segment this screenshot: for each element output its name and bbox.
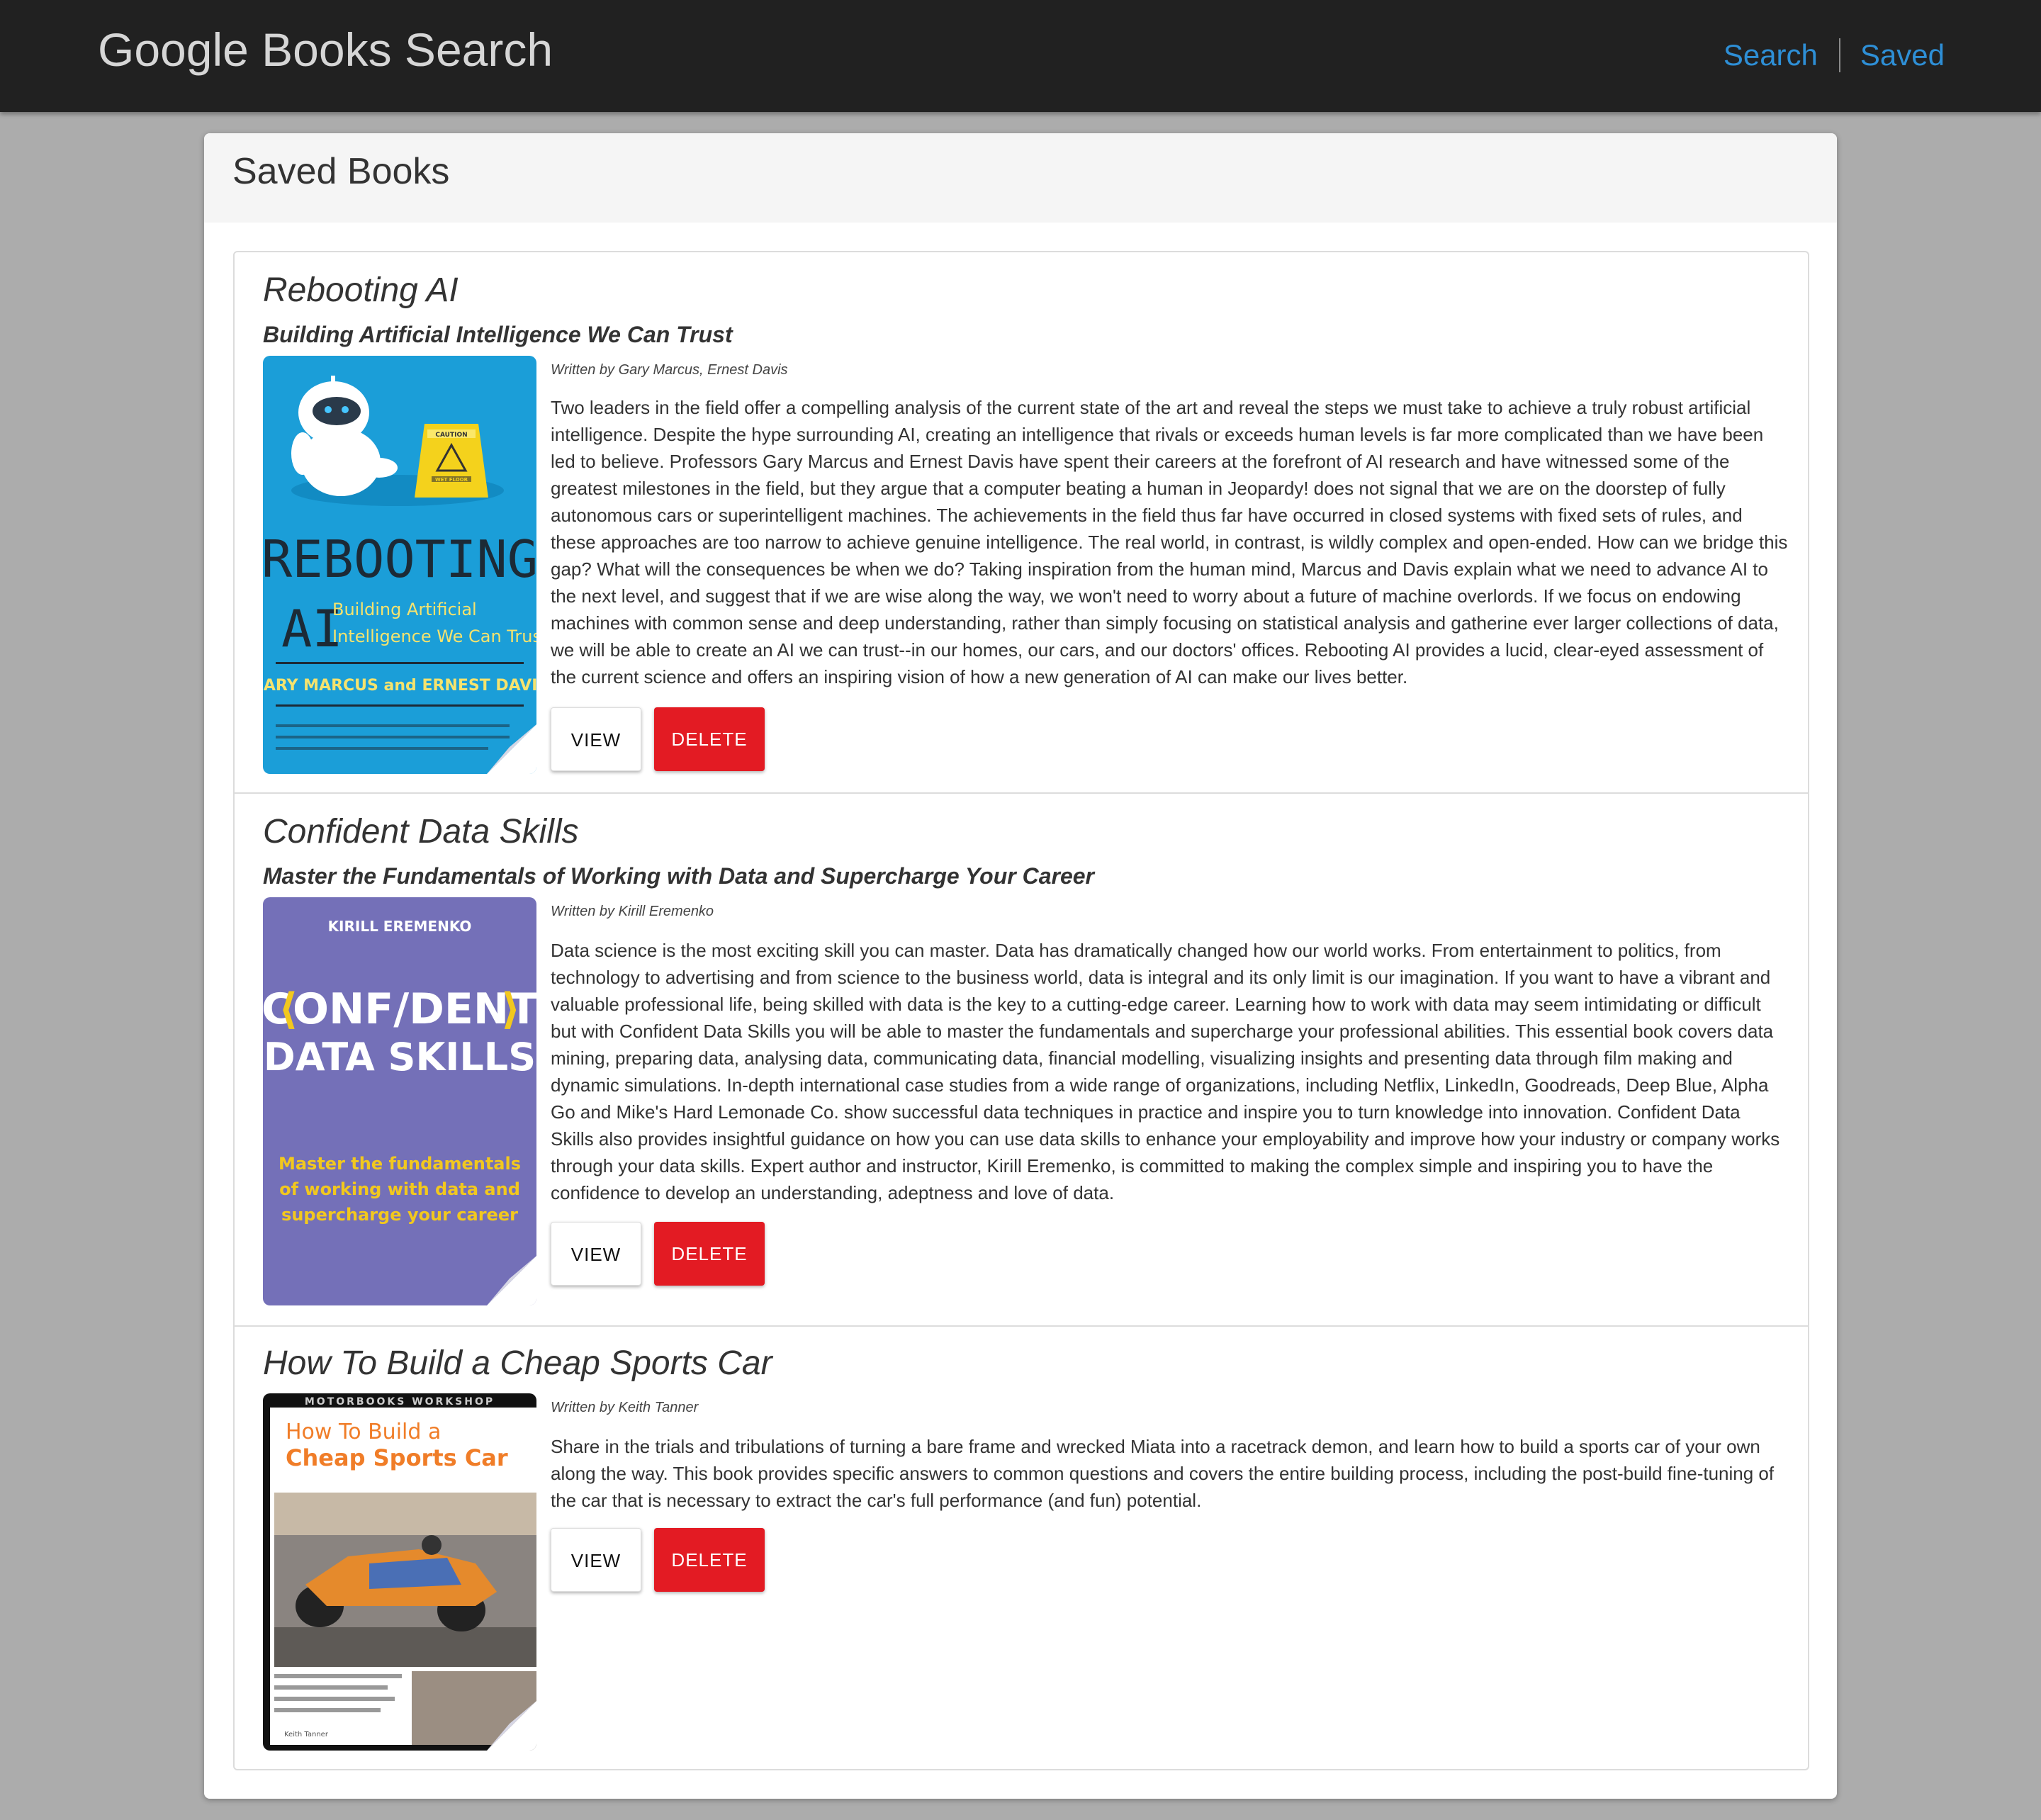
- svg-text:DATA SKILLS: DATA SKILLS: [264, 1035, 536, 1079]
- view-button[interactable]: VIEW: [551, 1222, 641, 1286]
- nav-link-search[interactable]: Search: [1724, 34, 1818, 77]
- book-cover-image: MOTORBOOKS WORKSHOP How To Build a Cheap…: [263, 1393, 536, 1751]
- view-button[interactable]: VIEW: [551, 707, 641, 771]
- svg-text:MOTORBOOKS WORKSHOP: MOTORBOOKS WORKSHOP: [305, 1396, 495, 1408]
- book-title: Rebooting AI: [263, 271, 459, 309]
- book-cover-confident-data-skills: KIRILL EREMENKO CONF/DENT ⟨ ⟩ DATA SKILL…: [263, 897, 536, 1305]
- svg-text:Master the fundamentals: Master the fundamentals: [279, 1154, 521, 1174]
- book-author: Written by Keith Tanner: [551, 1400, 699, 1415]
- book-item: How To Build a Cheap Sports Car MOTORBOO…: [235, 1327, 1808, 1769]
- delete-button[interactable]: DELETE: [654, 707, 765, 771]
- svg-text:WET FLOOR: WET FLOOR: [435, 477, 468, 483]
- view-button[interactable]: VIEW: [551, 1528, 641, 1592]
- book-author: Written by Gary Marcus, Ernest Davis: [551, 362, 788, 378]
- book-cover-image: CAUTION WET FLOOR REBOOTING AI Building …: [263, 356, 536, 774]
- delete-button[interactable]: DELETE: [654, 1222, 765, 1286]
- svg-text:GARY MARCUS and ERNEST DAVIS: GARY MARCUS and ERNEST DAVIS: [263, 677, 536, 695]
- svg-text:⟨: ⟨: [279, 984, 298, 1034]
- book-description: Share in the trials and tribulations of …: [551, 1436, 1775, 1511]
- svg-text:How To Build a: How To Build a: [286, 1420, 441, 1444]
- svg-text:supercharge your career: supercharge your career: [281, 1205, 518, 1225]
- book-list: Rebooting AI Building Artificial Intelli…: [233, 251, 1809, 1770]
- svg-text:KIRILL EREMENKO: KIRILL EREMENKO: [328, 918, 472, 935]
- delete-button[interactable]: DELETE: [654, 1528, 765, 1592]
- svg-text:Keith Tanner: Keith Tanner: [284, 1731, 329, 1738]
- svg-text:REBOOTING: REBOOTING: [263, 529, 536, 589]
- nav-link-saved[interactable]: Saved: [1860, 34, 1945, 77]
- svg-text:⟩: ⟩: [501, 984, 520, 1034]
- book-cover-cheap-sports-car: MOTORBOOKS WORKSHOP How To Build a Cheap…: [263, 1393, 536, 1751]
- book-cover-image: KIRILL EREMENKO CONF/DENT ⟨ ⟩ DATA SKILL…: [263, 897, 536, 1305]
- book-author: Written by Kirill Eremenko: [551, 904, 714, 919]
- svg-text:Intelligence We Can Trust: Intelligence We Can Trust: [332, 627, 536, 646]
- book-subtitle: Master the Fundamentals of Working with …: [263, 863, 1094, 889]
- svg-text:of working with data and: of working with data and: [279, 1179, 520, 1199]
- svg-text:CONF/DENT: CONF/DENT: [263, 984, 536, 1034]
- saved-books-panel: Saved Books Rebooting AI Building Artifi…: [204, 133, 1837, 1799]
- book-title: Confident Data Skills: [263, 813, 579, 850]
- book-cover-rebooting-ai: CAUTION WET FLOOR REBOOTING AI Building …: [263, 356, 536, 774]
- brand-title[interactable]: Google Books Search: [98, 21, 553, 78]
- panel-title: Saved Books: [204, 133, 1837, 223]
- nav-divider: [1838, 38, 1840, 72]
- book-item: Rebooting AI Building Artificial Intelli…: [235, 252, 1808, 794]
- book-subtitle: Building Artificial Intelligence We Can …: [263, 322, 733, 347]
- nav-links: Search Saved: [1724, 34, 1945, 77]
- book-description: Two leaders in the field offer a compell…: [551, 397, 1788, 687]
- book-title: How To Build a Cheap Sports Car: [263, 1344, 772, 1382]
- navbar: Google Books Search Search Saved: [0, 0, 2041, 112]
- book-item: Confident Data Skills Master the Fundame…: [235, 794, 1808, 1327]
- book-description: Data science is the most exciting skill …: [551, 940, 1780, 1203]
- svg-text:CAUTION: CAUTION: [435, 432, 467, 439]
- svg-text:Cheap Sports Car: Cheap Sports Car: [286, 1444, 508, 1471]
- svg-text:Building Artificial: Building Artificial: [332, 600, 477, 619]
